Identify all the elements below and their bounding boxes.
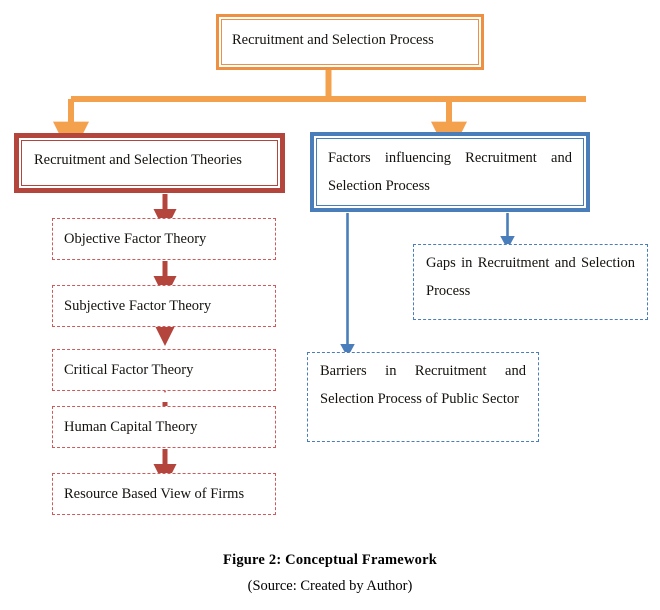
node-resource-based-view-of-firms: Resource Based View of Firms: [52, 473, 276, 515]
node-objective-factor-theory: Objective Factor Theory: [52, 218, 276, 260]
node-gaps-label: Gaps in Recruitment and Selection Proces…: [426, 255, 635, 300]
node-critical-factor-theory-label: Critical Factor Theory: [64, 361, 194, 378]
node-theories-label: Recruitment and Selection Theories: [34, 152, 242, 168]
figure-caption-title: Figure 2: Conceptual Framework: [223, 552, 437, 568]
figure-caption: Figure 2: Conceptual Framework (Source: …: [0, 552, 660, 595]
node-human-capital-theory-label: Human Capital Theory: [64, 418, 198, 435]
node-objective-factor-theory-label: Objective Factor Theory: [64, 230, 207, 247]
figure-caption-source: (Source: Created by Author): [247, 578, 413, 594]
node-recruitment-and-selection-process: Recruitment and Selection Process: [216, 14, 484, 70]
node-resource-based-view-of-firms-label: Resource Based View of Firms: [64, 485, 245, 502]
node-critical-factor-theory: Critical Factor Theory: [52, 349, 276, 391]
node-gaps-in-recruitment-and-selection-process: Gaps in Recruitment and Selection Proces…: [413, 244, 648, 320]
node-subjective-factor-theory-label: Subjective Factor Theory: [64, 297, 212, 314]
node-barriers-in-recruitment-and-selection-process-of-public-sector: Barriers in Recruitment and Selection Pr…: [307, 352, 539, 442]
node-human-capital-theory: Human Capital Theory: [52, 406, 276, 448]
connector-root-split: [53, 70, 586, 158]
node-subjective-factor-theory: Subjective Factor Theory: [52, 285, 276, 327]
node-recruitment-and-selection-theories: Recruitment and Selection Theories: [14, 133, 285, 193]
node-theories-inner: Recruitment and Selection Theories: [21, 140, 278, 186]
node-root-label: Recruitment and Selection Process: [232, 32, 434, 48]
node-factors-inner: Factors influencing Recruitment and Sele…: [316, 138, 584, 206]
node-root-inner: Recruitment and Selection Process: [221, 19, 479, 65]
node-factors-label: Factors influencing Recruitment and Sele…: [328, 150, 572, 195]
node-factors-influencing-recruitment-and-selection-process: Factors influencing Recruitment and Sele…: [310, 132, 590, 212]
node-barriers-label: Barriers in Recruitment and Selection Pr…: [320, 363, 526, 408]
